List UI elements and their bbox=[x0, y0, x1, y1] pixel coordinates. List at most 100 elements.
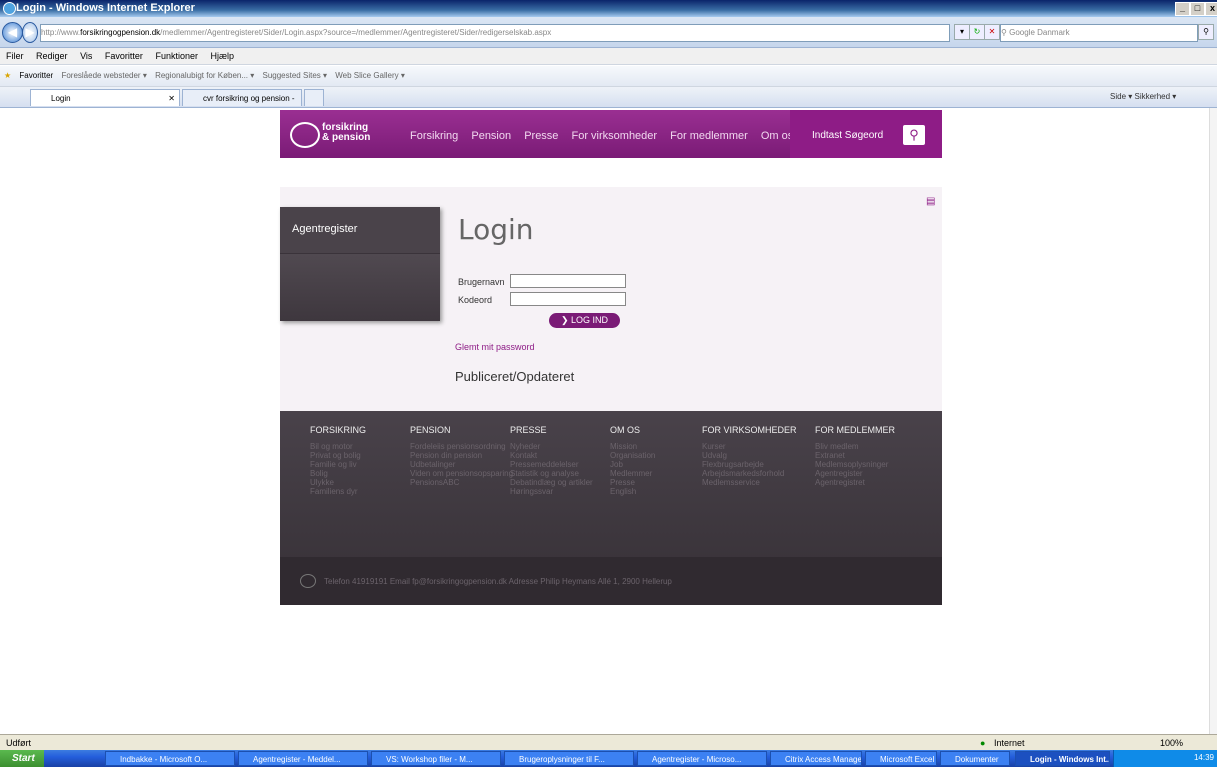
stop-icon[interactable]: ✕ bbox=[984, 24, 1000, 40]
task-workshop[interactable]: VS: Workshop filer - M... bbox=[371, 751, 501, 766]
footer-link[interactable]: Bil og motor bbox=[310, 442, 366, 451]
task-agentregister-meddel[interactable]: Agentregister - Meddel... bbox=[238, 751, 368, 766]
footer-link[interactable]: Arbejdsmarkedsforhold bbox=[702, 469, 797, 478]
footer-link[interactable]: Extranet bbox=[815, 451, 895, 460]
minimize-button[interactable]: _ bbox=[1175, 2, 1190, 16]
footer-heading[interactable]: FOR MEDLEMMER bbox=[815, 425, 895, 435]
menu-help[interactable]: Hjælp bbox=[211, 51, 235, 61]
footer-link[interactable]: Kurser bbox=[702, 442, 797, 451]
footer-heading[interactable]: FOR VIRKSOMHEDER bbox=[702, 425, 797, 435]
username-field[interactable] bbox=[510, 274, 626, 288]
dropdown-icon[interactable]: ▾ bbox=[954, 24, 970, 40]
site-logo[interactable]: forsikring & pension bbox=[322, 123, 370, 143]
nav-for-medlemmer[interactable]: For medlemmer bbox=[670, 130, 748, 142]
nav-om-os[interactable]: Om os bbox=[761, 130, 793, 142]
menu-edit[interactable]: Rediger bbox=[36, 51, 68, 61]
footer-link[interactable]: Mission bbox=[610, 442, 655, 451]
task-excel[interactable]: Microsoft Excel - FL-#1... bbox=[865, 751, 937, 766]
start-button[interactable]: Start bbox=[0, 750, 44, 767]
tab-close-icon[interactable]: ✕ bbox=[168, 90, 175, 107]
footer-link[interactable]: Agentregister bbox=[815, 469, 895, 478]
menu-view[interactable]: Vis bbox=[80, 51, 92, 61]
password-field[interactable] bbox=[510, 292, 626, 306]
footer-link[interactable]: English bbox=[610, 487, 655, 496]
back-button[interactable]: ◀ bbox=[2, 22, 23, 43]
footer-link[interactable]: Agentregistret bbox=[815, 478, 895, 487]
nav-presse[interactable]: Presse bbox=[524, 130, 558, 142]
task-citrix[interactable]: Citrix Access Managem... bbox=[770, 751, 862, 766]
footer-link[interactable]: Medlemsservice bbox=[702, 478, 797, 487]
task-agentregister-microsoft[interactable]: Agentregister - Microso... bbox=[637, 751, 767, 766]
task-brugeroplysninger[interactable]: Brugeroplysninger til F... bbox=[504, 751, 634, 766]
nav-for-virksomheder[interactable]: For virksomheder bbox=[572, 130, 658, 142]
footer-link[interactable]: Udbetalinger bbox=[410, 460, 513, 469]
footer-link[interactable]: Pressemeddelelser bbox=[510, 460, 593, 469]
footer-link[interactable]: Viden om pensionsopsparing bbox=[410, 469, 513, 478]
side-nav: Agentregister bbox=[280, 207, 440, 321]
footer-link[interactable]: Familie og liv bbox=[310, 460, 366, 469]
sidebar-item-agentregister[interactable]: Agentregister bbox=[280, 207, 440, 254]
task-documents[interactable]: Dokumenter bbox=[940, 751, 1010, 766]
footer-heading[interactable]: FORSIKRING bbox=[310, 425, 366, 435]
nav-forsikring[interactable]: Forsikring bbox=[410, 130, 458, 142]
login-button[interactable]: ❯ LOG IND bbox=[549, 313, 620, 328]
task-outlook[interactable]: Indbakke - Microsoft O... bbox=[105, 751, 235, 766]
search-icon[interactable]: ⚲ bbox=[1198, 24, 1214, 40]
address-field[interactable]: http://www.forsikringogpension.dk/medlem… bbox=[40, 24, 950, 42]
footer-link[interactable]: Presse bbox=[610, 478, 655, 487]
footer-link[interactable]: Fordeleiis pensionsordning bbox=[410, 442, 513, 451]
fav-item-web-slice[interactable]: Web Slice Gallery ▾ bbox=[335, 71, 405, 80]
footer-link[interactable]: Flexbrugsarbejde bbox=[702, 460, 797, 469]
footer-link[interactable]: Privat og bolig bbox=[310, 451, 366, 460]
footer-column: FOR VIRKSOMHEDER Kurser Udvalg Flexbrugs… bbox=[702, 425, 797, 487]
fav-item-regional[interactable]: Regionalubigt for Køben... ▾ bbox=[155, 71, 254, 80]
footer-heading[interactable]: OM OS bbox=[610, 425, 655, 435]
forward-button[interactable]: ▶ bbox=[22, 22, 38, 43]
footer-link[interactable]: Job bbox=[610, 460, 655, 469]
menu-file[interactable]: Filer bbox=[6, 51, 24, 61]
search-icon[interactable]: ⚲ bbox=[903, 125, 925, 145]
footer-link[interactable]: Kontakt bbox=[510, 451, 593, 460]
site-search-input[interactable]: Indtast Søgeord bbox=[812, 130, 883, 141]
maximize-button[interactable]: □ bbox=[1190, 2, 1205, 16]
footer-link[interactable]: Bolig bbox=[310, 469, 366, 478]
tab-login[interactable]: Login ✕ bbox=[30, 89, 180, 106]
footer-link[interactable]: Udvalg bbox=[702, 451, 797, 460]
arrow-icon: ❯ bbox=[560, 315, 569, 325]
fav-item-suggested-sites[interactable]: Suggested Sites ▾ bbox=[263, 71, 328, 80]
footer-link[interactable]: Organisation bbox=[610, 451, 655, 460]
footer-link[interactable]: Medlemsoplysninger bbox=[815, 460, 895, 469]
footer-link[interactable]: Ulykke bbox=[310, 478, 366, 487]
footer-link[interactable]: Bliv medlem bbox=[815, 442, 895, 451]
menu-tools[interactable]: Funktioner bbox=[155, 51, 198, 61]
zoom-level[interactable]: 100% bbox=[1160, 738, 1183, 748]
footer-link[interactable]: Høringssvar bbox=[510, 487, 593, 496]
footer-link[interactable]: Statistik og analyse bbox=[510, 469, 593, 478]
username-label: Brugernavn bbox=[458, 277, 505, 287]
command-page[interactable]: Side ▾ bbox=[1110, 92, 1132, 101]
favorites-button[interactable]: Favoritter bbox=[19, 71, 53, 80]
footer-link[interactable]: Debatindlæg og artikler bbox=[510, 478, 593, 487]
close-button[interactable]: x bbox=[1205, 2, 1217, 16]
vertical-scrollbar[interactable] bbox=[1209, 108, 1217, 734]
command-security[interactable]: Sikkerhed ▾ bbox=[1134, 92, 1176, 101]
new-tab-button[interactable] bbox=[304, 89, 324, 106]
footer-link[interactable]: Nyheder bbox=[510, 442, 593, 451]
fav-item-suggested[interactable]: Foreslåede websteder ▾ bbox=[61, 71, 146, 80]
footer-link[interactable]: Pension din pension bbox=[410, 451, 513, 460]
print-icon[interactable]: ▤ bbox=[926, 196, 935, 207]
tab-cvr[interactable]: cvr forsikring og pension - G... bbox=[182, 89, 302, 120]
menu-favorites[interactable]: Favoritter bbox=[105, 51, 143, 61]
footer-link[interactable]: Familiens dyr bbox=[310, 487, 366, 496]
published-label: Publiceret/Opdateret bbox=[455, 369, 575, 384]
search-input[interactable]: ⚲ Google Danmark bbox=[1000, 24, 1198, 42]
footer-link[interactable]: PensionsABC bbox=[410, 478, 513, 487]
footer-heading[interactable]: PRESSE bbox=[510, 425, 593, 435]
nav-pension[interactable]: Pension bbox=[471, 130, 511, 142]
task-login-ie[interactable]: Login - Windows Int... bbox=[1015, 751, 1110, 766]
footer-heading[interactable]: PENSION bbox=[410, 425, 513, 435]
refresh-icon[interactable]: ↻ bbox=[969, 24, 985, 40]
forgot-password-link[interactable]: Glemt mit password bbox=[455, 342, 535, 352]
footer-link[interactable]: Medlemmer bbox=[610, 469, 655, 478]
site-header: forsikring & pension Forsikring Pension P… bbox=[280, 110, 942, 158]
